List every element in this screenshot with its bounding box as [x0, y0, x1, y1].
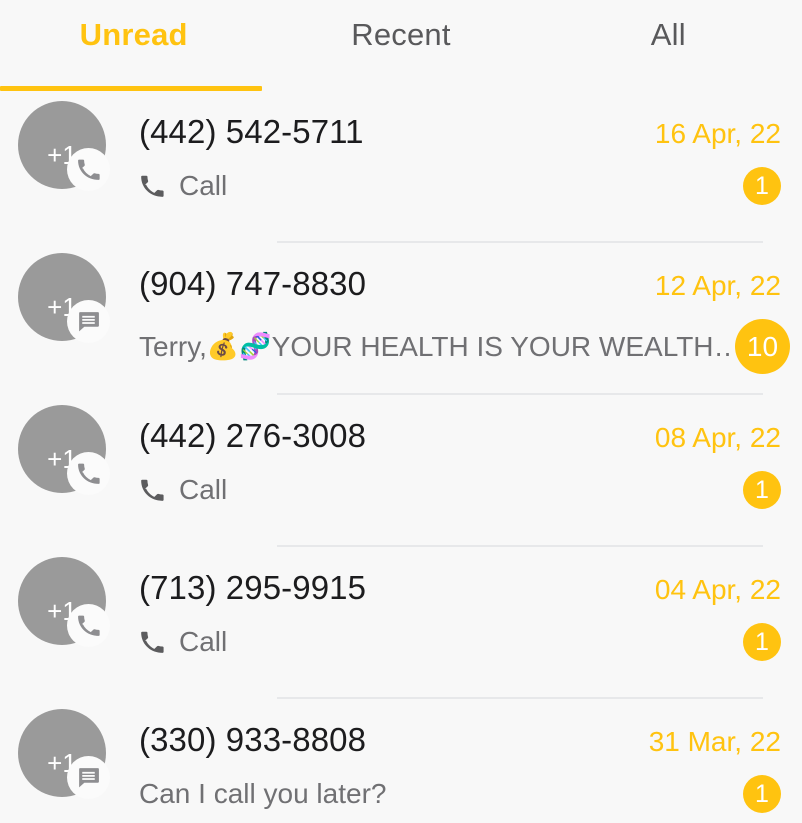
preview: Can I call you later?	[139, 778, 386, 810]
phone-icon	[67, 604, 110, 647]
phone-number: (442) 542-5711	[139, 113, 364, 151]
list-item[interactable]: +1 (442) 276-3008 08 Apr, 22	[0, 395, 802, 547]
avatar: +1	[18, 557, 106, 645]
preview: Terry, 💰🧬YOUR HEALTH IS YOUR WEALTH…	[139, 331, 735, 363]
phone-number: (330) 933-8808	[139, 721, 366, 759]
phone-icon	[67, 452, 110, 495]
phone-icon	[139, 173, 165, 199]
preview: Call	[139, 626, 227, 658]
preview: Call	[139, 170, 227, 202]
list-item-title-row: (330) 933-8808 31 Mar, 22	[139, 721, 782, 759]
tab-bar: Unread Recent All	[0, 0, 802, 91]
unread-count-badge: 1	[743, 623, 781, 661]
unread-count-badge: 1	[743, 471, 781, 509]
list-item-content: (442) 542-5711 16 Apr, 22 Call	[139, 91, 782, 243]
list-item-preview-row: Call 1	[139, 167, 782, 205]
phone-icon	[139, 477, 165, 503]
phone-icon	[67, 148, 110, 191]
phone-icon	[139, 629, 165, 655]
list-item-preview-row: Call 1	[139, 471, 782, 509]
date-label: 31 Mar, 22	[649, 726, 782, 758]
list-item-title-row: (713) 295-9915 04 Apr, 22	[139, 569, 782, 607]
preview-text: Call	[179, 170, 227, 202]
list-item[interactable]: +1 (442) 542-5711 16 Apr, 22	[0, 91, 802, 243]
conversation-list[interactable]: +1 (442) 542-5711 16 Apr, 22	[0, 91, 802, 823]
preview-text: Can I call you later?	[139, 778, 386, 810]
phone-number: (904) 747-8830	[139, 265, 366, 303]
tab-unread[interactable]: Unread	[0, 0, 267, 53]
preview-text: Terry,	[139, 331, 207, 363]
list-item-content: (904) 747-8830 12 Apr, 22 Terry, 💰🧬YOUR …	[139, 243, 782, 395]
unread-count-badge: 10	[735, 319, 790, 374]
date-label: 08 Apr, 22	[655, 422, 782, 454]
avatar: +1	[18, 253, 106, 341]
message-icon	[67, 300, 110, 343]
phone-number: (713) 295-9915	[139, 569, 366, 607]
list-item[interactable]: +1 (904) 747-8830 12 Apr, 22	[0, 243, 802, 395]
list-item-preview-row: Terry, 💰🧬YOUR HEALTH IS YOUR WEALTH… 10	[139, 319, 782, 374]
list-item[interactable]: +1 (330) 933-8808 31 Mar, 22	[0, 699, 802, 823]
date-label: 16 Apr, 22	[655, 118, 782, 150]
preview: Call	[139, 474, 227, 506]
list-item-content: (713) 295-9915 04 Apr, 22 Call	[139, 547, 782, 699]
preview-text: Call	[179, 626, 227, 658]
conversation-list-screen: Unread Recent All +1	[0, 0, 802, 823]
tab-recent-label: Recent	[351, 17, 450, 52]
tab-recent[interactable]: Recent	[267, 0, 534, 53]
date-label: 04 Apr, 22	[655, 574, 782, 606]
list-item-title-row: (442) 276-3008 08 Apr, 22	[139, 417, 782, 455]
avatar: +1	[18, 101, 106, 189]
tab-all-label: All	[651, 17, 686, 52]
list-item-preview-row: Call 1	[139, 623, 782, 661]
list-item-content: (330) 933-8808 31 Mar, 22 Can I call you…	[139, 699, 782, 823]
unread-count-badge: 1	[743, 775, 781, 813]
list-item[interactable]: +1 (713) 295-9915 04 Apr, 22	[0, 547, 802, 699]
date-label: 12 Apr, 22	[655, 270, 782, 302]
tab-all[interactable]: All	[535, 0, 802, 53]
tab-unread-label: Unread	[80, 17, 188, 52]
message-icon	[67, 756, 110, 799]
list-item-preview-row: Can I call you later? 1	[139, 775, 782, 813]
list-item-title-row: (442) 542-5711 16 Apr, 22	[139, 113, 782, 151]
preview-text-rest: YOUR HEALTH IS YOUR WEALTH…	[272, 331, 735, 363]
phone-number: (442) 276-3008	[139, 417, 366, 455]
unread-count-badge: 1	[743, 167, 781, 205]
list-item-content: (442) 276-3008 08 Apr, 22 Call	[139, 395, 782, 547]
preview-text: Call	[179, 474, 227, 506]
avatar: +1	[18, 405, 106, 493]
avatar: +1	[18, 709, 106, 797]
preview-emoji: 💰🧬	[207, 332, 272, 362]
list-item-title-row: (904) 747-8830 12 Apr, 22	[139, 265, 782, 303]
